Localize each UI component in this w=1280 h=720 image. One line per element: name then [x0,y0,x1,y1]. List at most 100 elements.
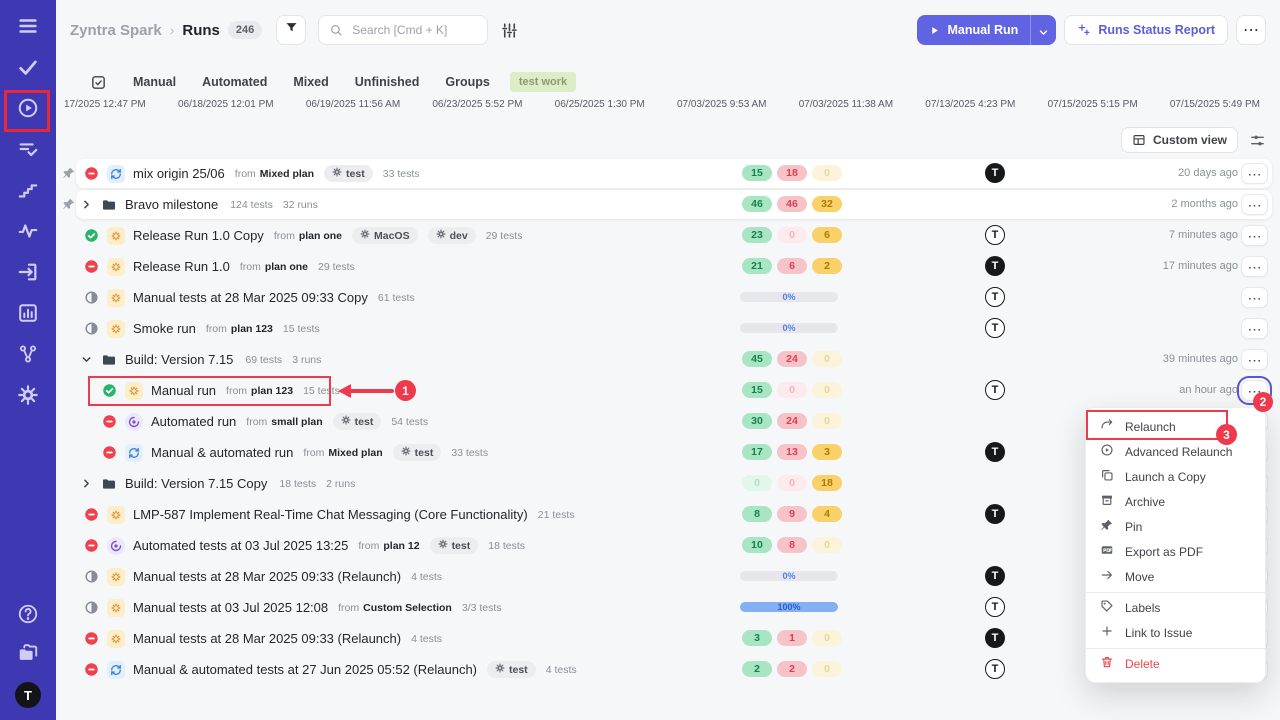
passed-count-badge: 0 [742,475,772,491]
other-count-badge: 6 [812,227,842,243]
user-avatar[interactable]: T [15,682,41,708]
integrations-branch-icon [17,343,39,370]
run-name[interactable]: Manual tests at 28 Mar 2025 09:33 (Relau… [133,569,401,584]
run-name[interactable]: Release Run 1.0 [133,259,230,274]
manual-run-dropdown[interactable] [1030,15,1056,45]
sidebar-item-projects-folder[interactable] [16,643,40,667]
breadcrumb-separator: › [170,22,175,38]
pin-indicator-icon [62,197,76,211]
sidebar-item-integrations-branch[interactable] [16,344,40,368]
sidebar-item-help[interactable] [16,604,40,628]
menu-item-move[interactable]: Move [1086,564,1265,589]
runs-status-report-button[interactable]: Runs Status Report [1064,15,1228,45]
tab-groups[interactable]: Groups [445,75,489,89]
run-name[interactable]: LMP-587 Implement Real-Time Chat Messagi… [133,507,528,522]
sidebar-item-hamburger-menu[interactable] [16,16,40,40]
row-menu-button[interactable]: ⋯ [1241,287,1268,308]
failed-count-badge: 24 [777,413,807,429]
menu-item-export-as-pdf[interactable]: Export as PDF [1086,539,1265,564]
adjustments-icon[interactable] [500,21,519,40]
assignee-avatar: T [985,504,1005,524]
run-row[interactable]: mix origin 25/06fromMixed plantest33 tes… [56,158,1280,189]
run-tests-count: 15 tests [283,323,320,335]
failed-count-badge: 46 [777,196,807,212]
group-meta: 124 tests32 runs [230,199,318,211]
annotation-step-1: 1 [395,380,416,401]
menu-item-delete[interactable]: Delete [1086,651,1265,676]
group-row[interactable]: Build: Version 7.1569 tests3 runs4524039… [56,344,1280,375]
run-result-badges: 45240 [742,351,842,367]
menu-item-pin[interactable]: Pin [1086,514,1265,539]
sliders-icon[interactable] [1249,132,1266,149]
timeline-date: 07/13/2025 4:23 PM [925,99,1015,110]
menu-item-labels[interactable]: Labels [1086,595,1265,620]
sidebar-item-settings-gear[interactable] [16,385,40,409]
run-name[interactable]: Smoke run [133,321,196,336]
sidebar-item-imports[interactable] [16,262,40,286]
row-menu-button[interactable]: ⋯ [1241,256,1268,277]
run-name[interactable]: Manual tests at 28 Mar 2025 09:33 Copy [133,290,368,305]
menu-item-advanced-relaunch[interactable]: Advanced Relaunch [1086,439,1265,464]
filter-button[interactable] [276,15,306,45]
run-row[interactable]: Smoke runfromplan 12315 tests0%T⋯ [56,313,1280,344]
sidebar-item-defects-pulse[interactable] [16,221,40,245]
run-name[interactable]: Build: Version 7.15 [125,352,233,367]
select-runs-icon[interactable] [90,74,107,91]
run-name[interactable]: Build: Version 7.15 Copy [125,476,267,491]
breadcrumb-project[interactable]: Zyntra Spark [70,22,162,39]
run-tests-count: 61 tests [378,292,415,304]
menu-item-archive[interactable]: Archive [1086,489,1265,514]
run-source-plan: Mixed plan [328,447,382,459]
custom-view-button[interactable]: Custom view [1121,127,1238,153]
move-icon [1100,568,1114,585]
run-source-plan: Custom Selection [363,602,452,614]
row-menu-button[interactable]: ⋯ [1241,349,1268,370]
run-name[interactable]: Manual & automated tests at 27 Jun 2025 … [133,662,477,677]
run-tests-count: 4 tests [411,571,442,583]
menu-item-launch-a-copy[interactable]: Launch a Copy [1086,464,1265,489]
row-menu-button[interactable]: ⋯ [1241,163,1268,184]
status-failed-icon [84,507,99,522]
run-name[interactable]: mix origin 25/06 [133,166,225,181]
run-name[interactable]: Manual tests at 03 Jul 2025 12:08 [133,600,328,615]
page-header: Zyntra Spark › Runs 246 Manual Run [56,0,1280,60]
sidebar-item-tests-check[interactable] [16,57,40,81]
row-main-cluster: Build: Version 7.1569 tests3 runs [80,344,321,375]
run-name[interactable]: Manual tests at 28 Mar 2025 09:33 (Relau… [133,631,401,646]
hamburger-menu-icon [17,15,39,42]
row-main-cluster: Build: Version 7.15 Copy18 tests2 runs [80,468,355,499]
sidebar-item-reports-chart[interactable] [16,303,40,327]
row-menu-button[interactable]: ⋯ [1241,318,1268,339]
run-name[interactable]: Bravo milestone [125,197,218,212]
timeline-axis: 17/2025 12:47 PM06/18/2025 12:01 PM06/19… [64,99,1260,110]
run-row[interactable]: Release Run 1.0fromplan one29 tests2162T… [56,251,1280,282]
passed-count-badge: 15 [742,165,772,181]
run-name[interactable]: Automated run [151,414,236,429]
run-name[interactable]: Manual & automated run [151,445,293,460]
row-menu-button[interactable]: ⋯ [1241,194,1268,215]
sidebar-item-test-cases[interactable] [16,139,40,163]
sidebar-item-milestones-steps[interactable] [16,180,40,204]
row-main-cluster: Manual & automated tests at 27 Jun 2025 … [84,654,577,685]
run-type-mixed-icon [125,444,143,462]
tab-unfinished[interactable]: Unfinished [355,75,420,89]
run-name[interactable]: Automated tests at 03 Jul 2025 13:25 [133,538,348,553]
other-count-badge: 0 [812,630,842,646]
run-row[interactable]: Release Run 1.0 Copyfromplan oneMacOSdev… [56,220,1280,251]
search-input[interactable] [350,22,477,38]
row-menu-button[interactable]: ⋯ [1241,225,1268,246]
menu-item-link-to-issue[interactable]: Link to Issue [1086,620,1265,645]
run-name[interactable]: Release Run 1.0 Copy [133,228,264,243]
funnel-icon [284,20,299,40]
tab-mixed[interactable]: Mixed [293,75,328,89]
tab-manual[interactable]: Manual [133,75,176,89]
assignee-avatar: T [985,442,1005,462]
group-row[interactable]: Bravo milestone124 tests32 runs4646322 m… [56,189,1280,220]
annotation-box-3 [1086,410,1228,440]
header-more-button[interactable]: ⋯ [1236,15,1266,45]
tab-automated[interactable]: Automated [202,75,267,89]
run-row[interactable]: Manual tests at 28 Mar 2025 09:33 Copy 61… [56,282,1280,313]
filter-tag-test-work[interactable]: test work [510,72,576,92]
manual-run-button[interactable]: Manual Run [917,15,1056,45]
annotation-arrow [338,389,396,393]
